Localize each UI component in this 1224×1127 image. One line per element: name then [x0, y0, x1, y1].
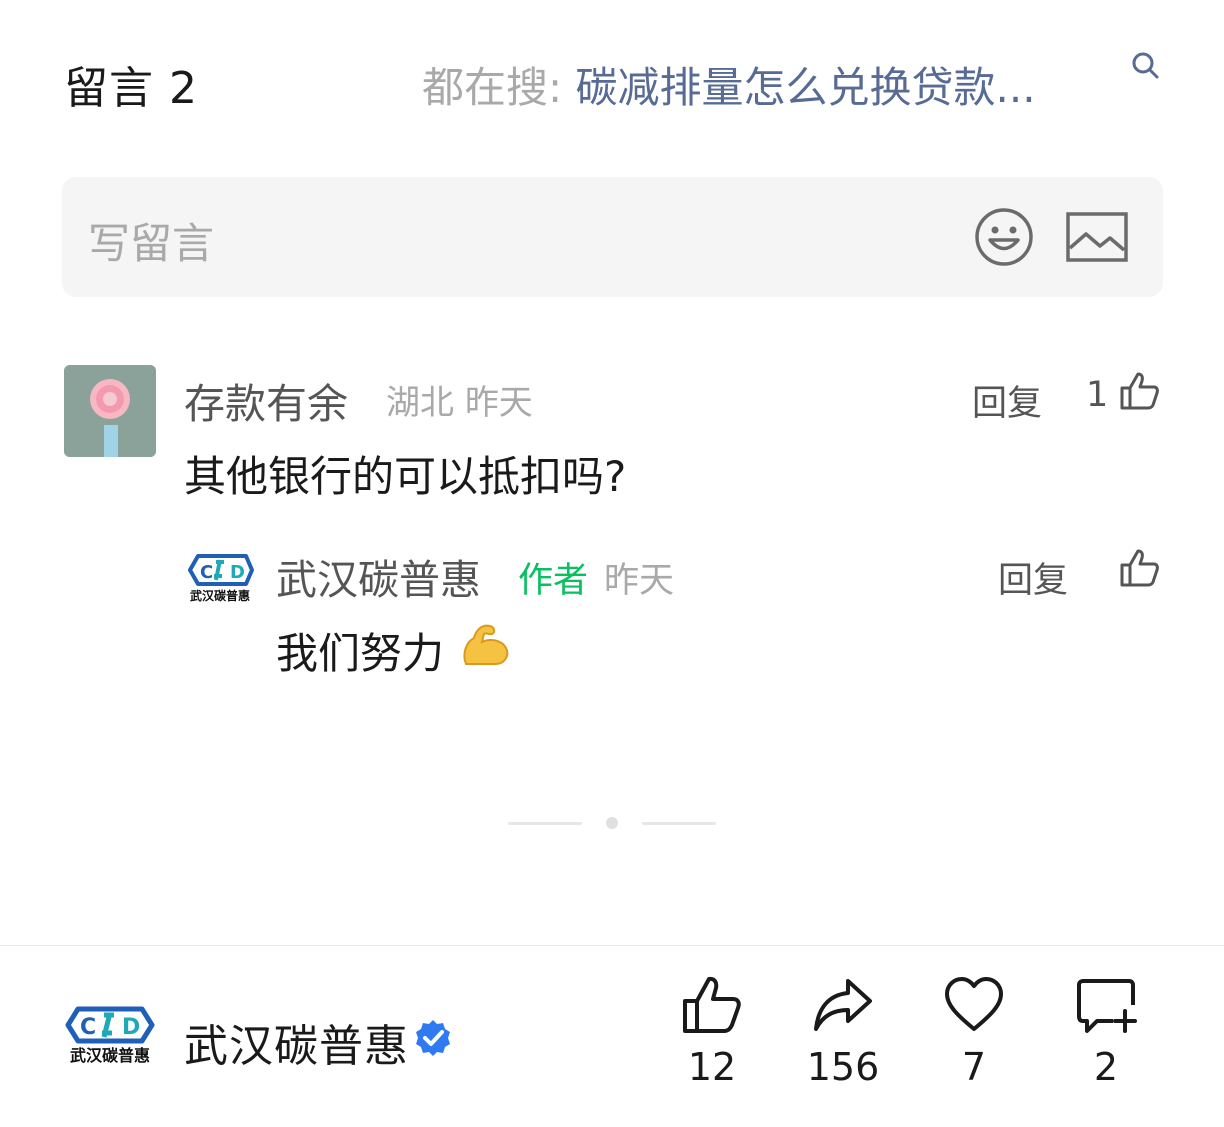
comment-action[interactable]: 2 — [1051, 975, 1161, 1089]
heart-icon — [945, 977, 1003, 1031]
reply-text: 我们努力 — [276, 629, 445, 678]
comment-location: 湖北 — [386, 383, 454, 423]
svg-text:C: C — [80, 1015, 96, 1040]
comment-time: 昨天 — [464, 383, 533, 423]
comment-like-icon[interactable] — [1118, 370, 1160, 412]
svg-text:D: D — [122, 1015, 140, 1040]
comment-like-count: 1 — [1086, 375, 1109, 415]
share-icon — [814, 979, 872, 1031]
like-action[interactable]: 12 — [657, 975, 767, 1089]
trending-search-query: 碳减排量怎么兑换贷款... — [575, 63, 1036, 112]
commenter-avatar[interactable] — [64, 365, 156, 457]
favorite-count: 7 — [961, 1045, 987, 1089]
svg-text:D: D — [230, 562, 245, 583]
pager-line-right — [642, 822, 716, 825]
reply-time: 昨天 — [604, 561, 675, 601]
account-name[interactable]: 武汉碳普惠 — [184, 1010, 409, 1074]
bottom-bar-divider — [0, 945, 1224, 946]
author-badge: 作者 — [518, 561, 589, 601]
comments-count-title: 留言 2 — [64, 63, 198, 114]
reply-to-reply-button[interactable]: 回复 — [998, 552, 1068, 603]
share-count: 156 — [806, 1045, 880, 1089]
search-icon[interactable] — [1130, 50, 1160, 80]
comment-meta: 湖北 昨天 — [386, 375, 533, 424]
svg-text:武汉碳普惠: 武汉碳普惠 — [190, 588, 250, 603]
pager-dot — [606, 817, 618, 829]
pager-line-left — [508, 822, 582, 825]
svg-text:C: C — [200, 562, 213, 583]
verified-badge-icon — [413, 1018, 453, 1058]
reply-like-icon[interactable] — [1118, 547, 1160, 589]
image-icon[interactable] — [1066, 212, 1128, 262]
reply-button[interactable]: 回复 — [972, 375, 1042, 426]
account-logo[interactable]: C D 武汉碳普惠 — [64, 1003, 156, 1065]
emoji-icon[interactable] — [974, 207, 1034, 267]
flexed-biceps-icon — [460, 620, 512, 668]
svg-text:武汉碳普惠: 武汉碳普惠 — [70, 1046, 150, 1065]
comment-count: 2 — [1093, 1045, 1119, 1089]
reply-author-name[interactable]: 武汉碳普惠 — [276, 546, 481, 606]
comment-add-icon — [1077, 979, 1137, 1033]
share-action[interactable]: 156 — [788, 975, 898, 1089]
comment-text: 其他银行的可以抵扣吗? — [184, 452, 627, 501]
trending-search-link[interactable]: 都在搜: 碳减排量怎么兑换贷款... — [422, 54, 1036, 115]
trending-search-prefix: 都在搜: — [422, 63, 563, 112]
favorite-action[interactable]: 7 — [919, 975, 1029, 1089]
thumb-up-icon — [683, 976, 741, 1033]
like-count: 12 — [687, 1045, 737, 1089]
write-comment-placeholder[interactable]: 写留言 — [88, 210, 214, 271]
commenter-name[interactable]: 存款有余 — [184, 370, 348, 430]
author-logo-avatar[interactable]: C D 武汉碳普惠 — [186, 548, 254, 604]
